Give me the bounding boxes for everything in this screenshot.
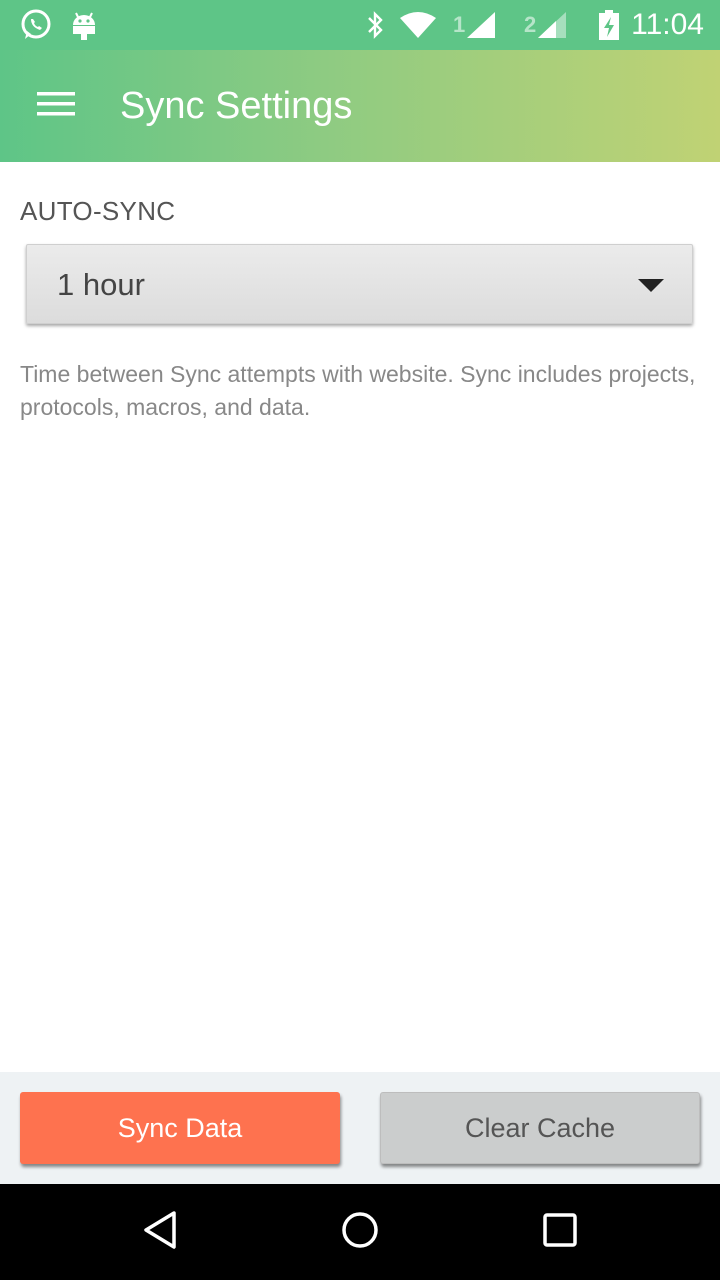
whatsapp-icon [18, 0, 54, 50]
home-button[interactable] [300, 1184, 420, 1280]
navigation-bar [0, 1184, 720, 1280]
battery-charging-icon [598, 0, 620, 50]
bluetooth-icon [364, 0, 388, 50]
signal-icon [467, 12, 496, 38]
auto-sync-dropdown[interactable]: 1 hour [26, 244, 693, 324]
status-bar: 1 2 11:04 [0, 0, 720, 50]
signal-icon [538, 12, 567, 38]
sim2-signal: 2 [524, 0, 568, 50]
recents-icon [543, 1212, 577, 1252]
sim2-label: 2 [524, 12, 537, 37]
auto-sync-description: Time between Sync attempts with website.… [20, 361, 696, 420]
auto-sync-selected-value: 1 hour [57, 267, 145, 302]
action-panel: Sync Data Clear Cache [0, 1072, 720, 1184]
recents-button[interactable] [500, 1184, 620, 1280]
android-icon [70, 0, 98, 50]
menu-button[interactable] [28, 82, 84, 130]
wifi-icon [398, 0, 438, 50]
app-bar: Sync Settings [0, 50, 720, 162]
home-icon [341, 1211, 379, 1254]
status-time: 11:04 [631, 8, 704, 41]
back-button[interactable] [100, 1184, 220, 1280]
sync-data-button[interactable]: Sync Data [20, 1092, 340, 1164]
auto-sync-label: AUTO-SYNC [20, 196, 176, 226]
clear-cache-button[interactable]: Clear Cache [380, 1092, 700, 1164]
caret-down-icon [638, 279, 664, 293]
hamburger-menu-icon [37, 90, 75, 123]
back-icon [142, 1210, 178, 1255]
sim1-label: 1 [453, 12, 466, 37]
page-title: Sync Settings [120, 84, 353, 127]
sim1-signal: 1 [453, 0, 497, 50]
